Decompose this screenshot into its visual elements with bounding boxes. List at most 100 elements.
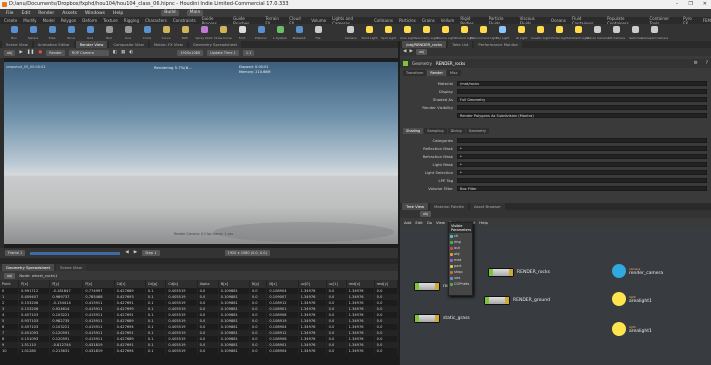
tab-motion-fx-view[interactable]: Motion FX View — [149, 41, 187, 48]
tab-scene-view[interactable]: Scene View — [2, 41, 32, 48]
help-icon[interactable]: ? — [706, 61, 708, 67]
gear-icon[interactable]: ⚙ — [694, 61, 698, 67]
shelf-tool-torus[interactable]: Torus — [63, 25, 79, 40]
column-header[interactable]: uv[0] — [298, 280, 327, 288]
param-field[interactable]: * — [457, 170, 707, 175]
param-field[interactable]: Box Filter — [457, 186, 707, 191]
shelf-tool-environment-light[interactable]: Environment Light — [470, 25, 497, 40]
param-field[interactable] — [457, 89, 707, 94]
tab-asset-browser[interactable]: Asset Browser — [469, 203, 505, 210]
back-icon[interactable]: ◀ — [403, 49, 406, 55]
render-viewport[interactable]: snapshot_05_00:00:02 Rendering 5.7%(6...… — [4, 62, 398, 244]
menu-edit[interactable]: Edit — [22, 11, 31, 16]
prev-icon[interactable]: ◀ — [125, 250, 128, 256]
close-button[interactable]: ✕ — [703, 0, 707, 9]
menu-windows[interactable]: Windows — [85, 11, 105, 16]
shelf-tool-tube[interactable]: Tube — [44, 25, 60, 40]
shelf-tab[interactable]: Particles — [399, 18, 416, 23]
frame-label[interactable]: Frame 1 — [5, 250, 26, 256]
column-header[interactable]: rest[x] — [346, 280, 375, 288]
shelf-tool-sphere[interactable]: Sphere — [25, 25, 41, 40]
column-header[interactable]: Alpha — [197, 280, 219, 288]
param-field[interactable] — [457, 178, 707, 183]
shelf-tool-gi-light[interactable]: GI Light — [514, 25, 530, 40]
tab-animation-editor[interactable]: Animation Editor — [33, 41, 74, 48]
color-icon[interactable]: ◐ — [129, 50, 133, 56]
column-header[interactable]: N[z] — [266, 280, 299, 288]
column-header[interactable]: Cd[b] — [165, 280, 198, 288]
next-icon[interactable]: ▶ — [134, 250, 137, 256]
tab-geometry[interactable]: Geometry — [465, 128, 490, 134]
network-node[interactable]: RENDER_ground — [484, 296, 550, 305]
shelf-tool-spray-paint[interactable]: Spray Paint — [195, 25, 213, 40]
column-header[interactable]: N[x] — [218, 280, 250, 288]
shelf-tool-caustic-light[interactable]: Caustic Light — [531, 25, 550, 40]
tab-performance-monitor[interactable]: Performance Monitor — [474, 41, 523, 48]
shelf-tool-volume-light[interactable]: Volume Light — [436, 25, 455, 40]
shelf-tool-portal-light[interactable]: Portal Light — [551, 25, 568, 40]
shelf-tool-path[interactable]: Path — [177, 25, 193, 40]
network-node[interactable]: light arealight1 — [612, 292, 652, 306]
shelf-tool-line[interactable]: Line — [120, 25, 136, 40]
update-time-field[interactable]: Update Time 1 — [207, 50, 239, 56]
param-path[interactable]: obj — [415, 49, 428, 55]
tab-geometry-spreadsheet-bottom[interactable]: Geometry Spreadsheet — [2, 264, 55, 271]
shelf-tool-circle[interactable]: Circle — [139, 25, 155, 40]
network-menu-edit[interactable]: Edit — [415, 220, 422, 225]
param-field[interactable]: * — [457, 162, 707, 167]
menu-render[interactable]: Render — [38, 11, 54, 16]
tab-render[interactable]: Render — [427, 70, 446, 76]
shelf-tool-spot-light[interactable]: Spot Light — [381, 25, 397, 40]
shelf-tool-ambient-light[interactable]: Ambient Light — [568, 25, 589, 40]
step-field[interactable]: Step 1 — [142, 250, 160, 256]
shelf-tool-stereo-camera[interactable]: Stereo Camera — [586, 25, 609, 40]
resolution-field[interactable]: 1920x1080 — [177, 50, 204, 56]
tab-take-list[interactable]: Take List — [448, 41, 473, 48]
shelf-tab[interactable]: Modify — [23, 18, 36, 23]
shelf-tab[interactable]: Grains — [422, 18, 435, 23]
tab-render-rocks[interactable]: /obj/RENDER_rocks — [402, 41, 447, 48]
shelf-tab[interactable]: Model — [43, 18, 55, 23]
column-header[interactable]: N[y] — [249, 280, 268, 288]
shelf-tool-sky-light[interactable]: Sky Light — [495, 25, 511, 40]
param-field[interactable]: * — [457, 146, 707, 151]
shelf-tool-l-system[interactable]: L-System — [272, 25, 288, 40]
shelf-tool-font[interactable]: Font — [234, 25, 250, 40]
column-header[interactable]: P[x] — [18, 280, 51, 288]
shelf-tool-geometry-light[interactable]: Geometry Light — [415, 25, 438, 40]
render-button[interactable]: Render — [46, 50, 65, 56]
column-header[interactable]: uv[1] — [326, 280, 347, 288]
shelf-tab[interactable]: Characters — [145, 18, 167, 23]
shelf-tool-metaball[interactable]: Metaball — [291, 25, 307, 40]
shelf-tab[interactable]: FEM — [703, 18, 711, 23]
shelf-tool-vr-camera[interactable]: VR Camera — [608, 25, 625, 40]
column-header[interactable]: Cd[g] — [145, 280, 167, 288]
param-field[interactable]: /mat/rocks — [457, 81, 707, 86]
menu-assets[interactable]: Assets — [62, 11, 77, 16]
network-node[interactable]: static_grass — [414, 314, 470, 323]
pause-icon[interactable]: ❚❚ — [27, 50, 35, 56]
param-field[interactable]: * — [457, 154, 707, 159]
network-node[interactable]: camera render_camera — [612, 264, 663, 278]
menu-file[interactable]: File — [6, 11, 14, 16]
shelf-tab[interactable]: Texture — [103, 18, 118, 23]
shelf-tab[interactable]: Deform — [82, 18, 97, 23]
res-percent-field[interactable]: 1.1 — [242, 50, 255, 56]
forward-icon[interactable]: ▶ — [409, 49, 412, 55]
shelf-tool-area-light[interactable]: Area Light — [400, 25, 416, 40]
tab-sampling[interactable]: Sampling — [424, 128, 447, 134]
desktop-dropdown[interactable]: Build — [161, 10, 179, 16]
tab-transform[interactable]: Transform — [403, 70, 427, 76]
param-field[interactable]: Full Geometry — [457, 97, 707, 102]
spreadsheet-path[interactable]: obj — [4, 272, 16, 279]
network-node[interactable]: RENDER_rocks — [488, 268, 550, 277]
geometry-spreadsheet[interactable]: Point P[x] P[y] P[z] Cd[r] Cd[g] Cd[b] Alpha N[x… — [0, 280, 398, 365]
shelf-tool-null[interactable]: Null — [101, 25, 117, 40]
shelf-tab[interactable]: Constraints — [173, 18, 196, 23]
tab-dicing[interactable]: Dicing — [447, 128, 465, 134]
shelf-tab[interactable]: Polygon — [61, 18, 77, 23]
shelf-tool-draw-curve[interactable]: Draw Curve — [214, 25, 232, 40]
shelf-tab[interactable]: Oceans — [551, 18, 566, 23]
tab-tree-view[interactable]: Tree View — [402, 203, 429, 210]
network-menu-help[interactable]: Help — [479, 220, 488, 225]
